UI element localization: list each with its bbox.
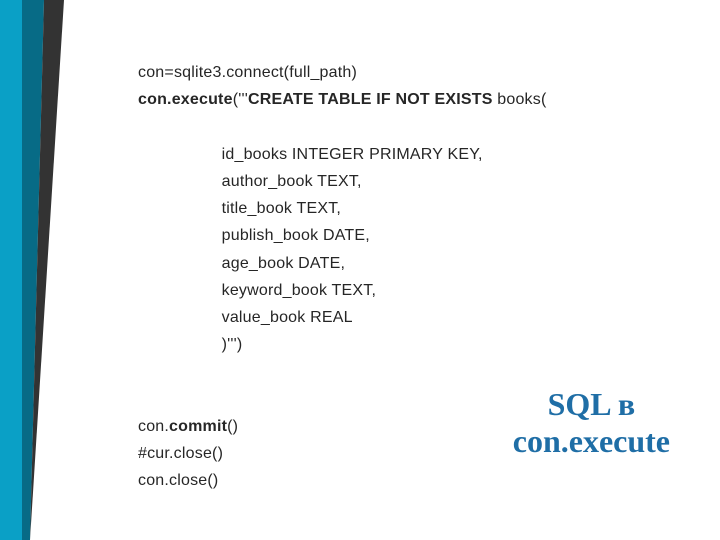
code-bold: con.execute [138, 91, 233, 108]
code-line: con=sqlite3.connect(full_path) [138, 64, 357, 81]
code-text: con. [138, 418, 169, 435]
code-line: con.close() [138, 472, 218, 489]
code-line: id_books INTEGER PRIMARY KEY, [222, 146, 483, 163]
code-line: #cur.close() [138, 445, 223, 462]
slide-heading: SQL в con.execute [513, 386, 670, 460]
code-line: )''') [222, 336, 243, 353]
code-line: title_book TEXT, [222, 200, 341, 217]
heading-line: SQL в [513, 386, 670, 423]
code-bold: commit [169, 418, 227, 435]
slide: con=sqlite3.connect(full_path) con.execu… [0, 0, 720, 540]
code-bold: CREATE TABLE IF NOT EXISTS [248, 91, 493, 108]
code-block: con=sqlite3.connect(full_path) con.execu… [138, 32, 546, 494]
code-line: value_book REAL [222, 309, 353, 326]
code-text: (''' [233, 91, 248, 108]
heading-line: con.execute [513, 423, 670, 460]
code-line: publish_book DATE, [222, 227, 370, 244]
code-text: books( [493, 91, 547, 108]
code-line: author_book TEXT, [222, 173, 362, 190]
code-line: age_book DATE, [222, 255, 345, 272]
code-line: keyword_book TEXT, [222, 282, 377, 299]
decorative-edge [0, 0, 64, 540]
code-text: () [227, 418, 238, 435]
